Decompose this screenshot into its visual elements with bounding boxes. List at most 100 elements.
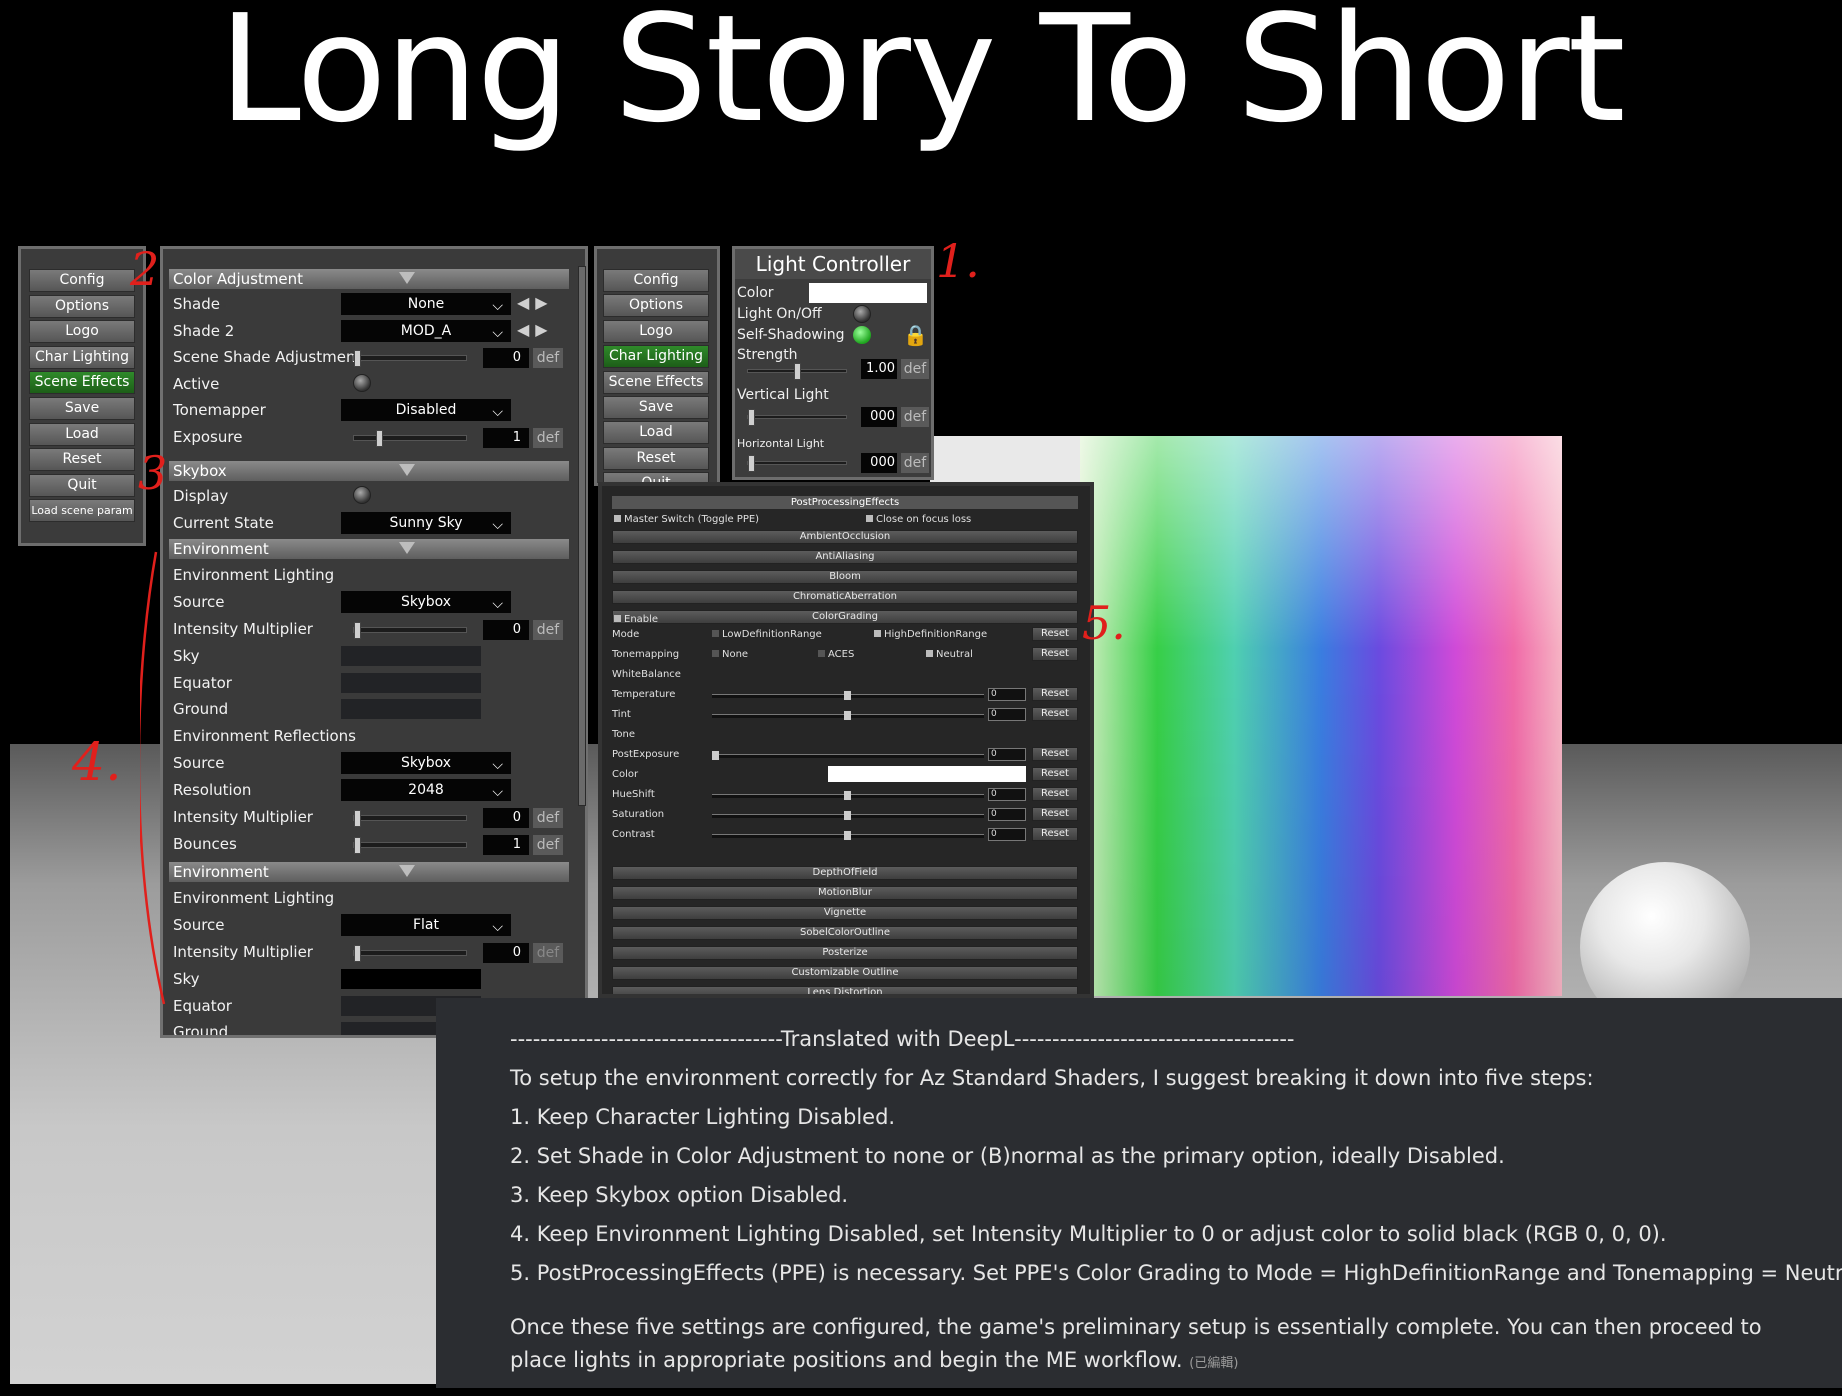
environment-header-2[interactable]: Environment — [169, 862, 569, 882]
ppe-temperature-slider[interactable] — [712, 691, 984, 700]
exposure-slider[interactable] — [353, 430, 467, 447]
ppe-section-depthoffield[interactable]: DepthOfField — [612, 866, 1078, 880]
left_menu-item-char-lighting[interactable]: Char Lighting — [29, 345, 135, 369]
ppe-section-colorgrading[interactable]: ColorGrading — [612, 610, 1078, 624]
slider-knob[interactable] — [794, 363, 801, 380]
refl-intensity-value[interactable]: 0 — [483, 808, 529, 828]
mid_menu-item-scene-effects[interactable]: Scene Effects — [603, 370, 709, 394]
env2-source-dropdown[interactable]: Flat ⌵ — [341, 914, 511, 936]
lc-onoff-toggle[interactable] — [853, 305, 871, 323]
slider-knob[interactable] — [354, 810, 361, 827]
ppe-saturation-reset[interactable]: Reset — [1032, 807, 1078, 821]
mid_menu-item-options[interactable]: Options — [603, 294, 709, 318]
left_menu-item-load-scene-param[interactable]: Load scene param — [29, 499, 135, 523]
slider-knob[interactable] — [844, 691, 851, 700]
ppe-mode-ldr[interactable]: LowDefinitionRange — [712, 629, 822, 640]
active-toggle[interactable] — [353, 374, 371, 392]
ppe-contrast-slider[interactable] — [712, 831, 984, 840]
lc-horizontal-def-button[interactable]: def — [901, 453, 929, 473]
skybox-header[interactable]: Skybox — [169, 461, 569, 481]
left_menu-item-options[interactable]: Options — [29, 294, 135, 318]
exposure-def-button[interactable]: def — [533, 428, 563, 448]
scene-shade-def-button[interactable]: def — [533, 348, 563, 368]
lc-horizontal-value[interactable]: 000 — [861, 453, 897, 473]
ppe-color-reset[interactable]: Reset — [1032, 767, 1078, 781]
bounces-def-button[interactable]: def — [533, 835, 563, 855]
ppe-mode-reset[interactable]: Reset — [1032, 627, 1078, 641]
ppe-tint-slider[interactable] — [712, 711, 984, 720]
ppe-postexposure-value[interactable]: 0 — [988, 748, 1026, 761]
mid_menu-item-config[interactable]: Config — [603, 269, 709, 292]
left_menu-item-config[interactable]: Config — [29, 269, 135, 292]
env-sky-color-field[interactable] — [341, 646, 481, 666]
left_menu-item-logo[interactable]: Logo — [29, 320, 135, 344]
settings-scrollbar[interactable] — [578, 266, 586, 806]
left_menu-item-save[interactable]: Save — [29, 397, 135, 420]
lc-vertical-slider[interactable] — [747, 409, 847, 426]
slider-knob[interactable] — [748, 409, 755, 426]
env-intensity-slider[interactable] — [353, 622, 467, 639]
bounces-slider[interactable] — [353, 837, 467, 854]
ppe-contrast-value[interactable]: 0 — [988, 828, 1026, 841]
shade-dropdown[interactable]: None ⌵ — [341, 293, 511, 315]
exposure-value[interactable]: 1 — [483, 428, 529, 448]
slider-knob[interactable] — [376, 430, 383, 447]
slider-knob[interactable] — [844, 791, 851, 800]
ppe-tm-neutral[interactable]: Neutral — [926, 649, 973, 660]
ppe-enable-checkbox[interactable]: Enable — [614, 614, 658, 625]
ppe-section-antialiasing[interactable]: AntiAliasing — [612, 550, 1078, 564]
ppe-section-ambientocclusion[interactable]: AmbientOcclusion — [612, 530, 1078, 544]
env-ground-color-field[interactable] — [341, 699, 481, 719]
ppe-postexposure-reset[interactable]: Reset — [1032, 747, 1078, 761]
ppe-hueshift-value[interactable]: 0 — [988, 788, 1026, 801]
ppe-tonemapping-reset[interactable]: Reset — [1032, 647, 1078, 661]
env-intensity-value[interactable]: 0 — [483, 620, 529, 640]
ppe-postexposure-slider[interactable] — [712, 751, 984, 760]
ppe-mode-hdr[interactable]: HighDefinitionRange — [874, 629, 987, 640]
mid_menu-item-char-lighting[interactable]: Char Lighting — [603, 345, 709, 369]
ppe-tm-aces[interactable]: ACES — [818, 649, 854, 660]
scene-shade-value[interactable]: 0 — [483, 348, 529, 368]
lc-shadow-toggle[interactable] — [853, 326, 871, 344]
mid_menu-item-logo[interactable]: Logo — [603, 319, 709, 343]
mid_menu-item-save[interactable]: Save — [603, 396, 709, 419]
color-adjustment-header[interactable]: Color Adjustment — [169, 269, 569, 289]
lc-color-swatch[interactable] — [809, 283, 927, 303]
left_menu-item-load[interactable]: Load — [29, 422, 135, 446]
ppe-tint-value[interactable]: 0 — [988, 708, 1026, 721]
ppe-saturation-value[interactable]: 0 — [988, 808, 1026, 821]
lc-strength-def-button[interactable]: def — [901, 359, 929, 379]
resolution-dropdown[interactable]: 2048 ⌵ — [341, 779, 511, 801]
lc-strength-value[interactable]: 1.00 — [861, 359, 897, 379]
bounces-value[interactable]: 1 — [483, 835, 529, 855]
env-equator-color-field[interactable] — [341, 673, 481, 693]
ppe-section-sobelcoloroutline[interactable]: SobelColorOutline — [612, 926, 1078, 940]
ppe-section-chromaticaberration[interactable]: ChromaticAberration — [612, 590, 1078, 604]
skybox-display-toggle[interactable] — [353, 486, 371, 504]
ppe-hueshift-slider[interactable] — [712, 791, 984, 800]
left_menu-item-quit[interactable]: Quit — [29, 473, 135, 497]
env2-sky-color-field[interactable] — [341, 969, 481, 989]
ppe-saturation-slider[interactable] — [712, 811, 984, 820]
lock-icon[interactable]: 🔒 — [903, 323, 928, 347]
mid_menu-item-load[interactable]: Load — [603, 421, 709, 445]
env2-intensity-value[interactable]: 0 — [483, 943, 529, 963]
ppe-section-bloom[interactable]: Bloom — [612, 570, 1078, 584]
ppe-close-on-focus[interactable]: Close on focus loss — [866, 514, 971, 525]
ppe-section-customizable-outline[interactable]: Customizable Outline — [612, 966, 1078, 980]
lc-vertical-value[interactable]: 000 — [861, 407, 897, 427]
ppe-color-swatch[interactable] — [828, 766, 1026, 782]
slider-knob[interactable] — [844, 811, 851, 820]
slider-knob[interactable] — [354, 350, 361, 367]
slider-knob[interactable] — [354, 622, 361, 639]
shade-prev-next-arrows[interactable]: ◀▶ — [517, 293, 554, 312]
env2-intensity-slider[interactable] — [353, 945, 467, 962]
tonemapper-dropdown[interactable]: Disabled ⌵ — [341, 399, 511, 421]
ppe-section-motionblur[interactable]: MotionBlur — [612, 886, 1078, 900]
ppe-tm-none[interactable]: None — [712, 649, 748, 660]
ppe-section-vignette[interactable]: Vignette — [612, 906, 1078, 920]
ppe-section-posterize[interactable]: Posterize — [612, 946, 1078, 960]
refl-intensity-slider[interactable] — [353, 810, 467, 827]
mid_menu-item-reset[interactable]: Reset — [603, 446, 709, 470]
refl-intensity-def-button[interactable]: def — [533, 808, 563, 828]
